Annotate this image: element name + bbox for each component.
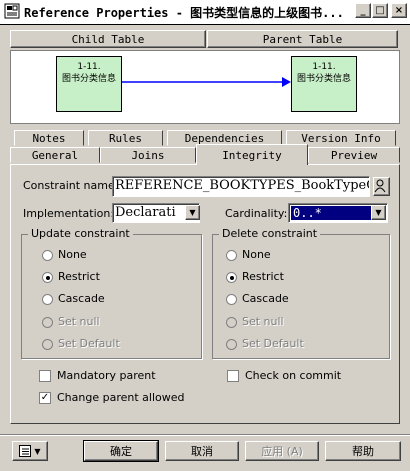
chevron-down-icon: ▼: [375, 208, 382, 217]
window-title: Reference Properties - 图书类型信息的上级图书...: [24, 6, 344, 20]
tab-joins[interactable]: Joins: [100, 147, 196, 163]
mandatory-parent-checkbox[interactable]: [39, 370, 51, 382]
maximize-icon: □: [375, 5, 385, 16]
parent-table-symbol[interactable]: 1-11. 图书分类信息: [291, 56, 357, 112]
change-parent-allowed-label: Change parent allowed: [57, 391, 185, 404]
update-set-null-label: Set null: [58, 315, 100, 328]
update-set-default-label: Set Default: [58, 337, 120, 350]
cardinality-label: Cardinality:: [225, 207, 288, 220]
close-button[interactable]: ×: [391, 3, 407, 18]
update-constraint-legend: Update constraint: [28, 227, 133, 240]
update-constraint-group: Update constraint None Restrict Cascade …: [21, 227, 202, 359]
user-defined-button[interactable]: [373, 177, 390, 196]
app-icon: [4, 3, 20, 19]
implementation-label: Implementation:: [23, 207, 115, 220]
update-set-null-radio: [42, 317, 53, 328]
delete-cascade-label: Cascade: [242, 292, 289, 305]
cardinality-value: 0..*: [291, 206, 373, 220]
footer-divider-highlight: [0, 435, 410, 436]
tab-notes[interactable]: Notes: [14, 130, 84, 146]
cardinality-dropdown-button[interactable]: ▼: [371, 205, 386, 220]
delete-constraint-legend: Delete constraint: [219, 227, 321, 240]
update-cascade-radio[interactable]: [42, 294, 53, 305]
delete-set-null-radio: [226, 317, 237, 328]
delete-constraint-group: Delete constraint None Restrict Cascade …: [212, 227, 390, 359]
update-cascade-label: Cascade: [58, 292, 105, 305]
delete-set-default-radio: [226, 339, 237, 350]
constraint-name-label: Constraint name:: [23, 179, 119, 192]
list-icon: [19, 445, 32, 457]
check-on-commit-checkbox[interactable]: [227, 370, 239, 382]
mandatory-parent-label: Mandatory parent: [57, 369, 156, 382]
title-bar[interactable]: Reference Properties - 图书类型信息的上级图书... _ …: [0, 0, 410, 25]
delete-cascade-radio[interactable]: [226, 294, 237, 305]
maximize-button[interactable]: □: [372, 3, 388, 18]
change-parent-allowed-checkbox[interactable]: ✓: [39, 392, 51, 404]
parent-table-code: 1-11.: [312, 62, 336, 72]
tab-rules[interactable]: Rules: [88, 130, 163, 146]
child-table-name: 图书分类信息: [61, 74, 116, 84]
cardinality-select[interactable]: 0..* ▼: [288, 203, 388, 223]
help-button[interactable]: 帮助: [325, 441, 401, 461]
reference-diagram: 1-11. 图书分类信息 1-11. 图书分类信息: [10, 50, 400, 124]
update-restrict-label: Restrict: [58, 270, 100, 283]
delete-set-default-label: Set Default: [242, 337, 304, 350]
delete-none-label: None: [242, 248, 271, 261]
child-table-code: 1-11.: [77, 62, 101, 72]
delete-set-null-label: Set null: [242, 315, 284, 328]
child-table-symbol[interactable]: 1-11. 图书分类信息: [56, 56, 122, 112]
constraint-name-input[interactable]: REFERENCE_BOOKTYPES_BookTypeGUID: [112, 176, 370, 197]
tab-integrity[interactable]: Integrity: [196, 144, 308, 165]
minimize-icon: _: [360, 5, 366, 16]
update-none-label: None: [58, 248, 87, 261]
chevron-down-icon: ▼: [34, 446, 41, 456]
check-on-commit-label: Check on commit: [245, 369, 342, 382]
cancel-button[interactable]: 取消: [165, 441, 239, 461]
tab-preview[interactable]: Preview: [308, 147, 400, 163]
close-icon: ×: [394, 5, 404, 16]
update-set-default-radio: [42, 339, 53, 350]
chevron-down-icon: ▼: [189, 208, 196, 217]
minimize-button[interactable]: _: [355, 3, 371, 18]
update-restrict-radio[interactable]: [42, 272, 53, 283]
delete-none-radio[interactable]: [226, 250, 237, 261]
menu-button[interactable]: ▼: [12, 441, 48, 461]
update-none-radio[interactable]: [42, 250, 53, 261]
parent-table-header: Parent Table: [207, 30, 398, 48]
child-table-header: Child Table: [10, 30, 206, 48]
integrity-panel: Constraint name: REFERENCE_BOOKTYPES_Boo…: [10, 164, 400, 424]
parent-table-name: 图书分类信息: [296, 74, 351, 84]
delete-restrict-radio[interactable]: [226, 272, 237, 283]
apply-button[interactable]: 应用 (A): [245, 441, 319, 461]
tab-general[interactable]: General: [10, 147, 100, 163]
implementation-dropdown-button[interactable]: ▼: [185, 205, 200, 220]
reference-arrow: [122, 77, 291, 87]
user-defined-icon: [374, 179, 386, 193]
delete-restrict-label: Restrict: [242, 270, 284, 283]
ok-button[interactable]: 确定: [83, 440, 159, 462]
